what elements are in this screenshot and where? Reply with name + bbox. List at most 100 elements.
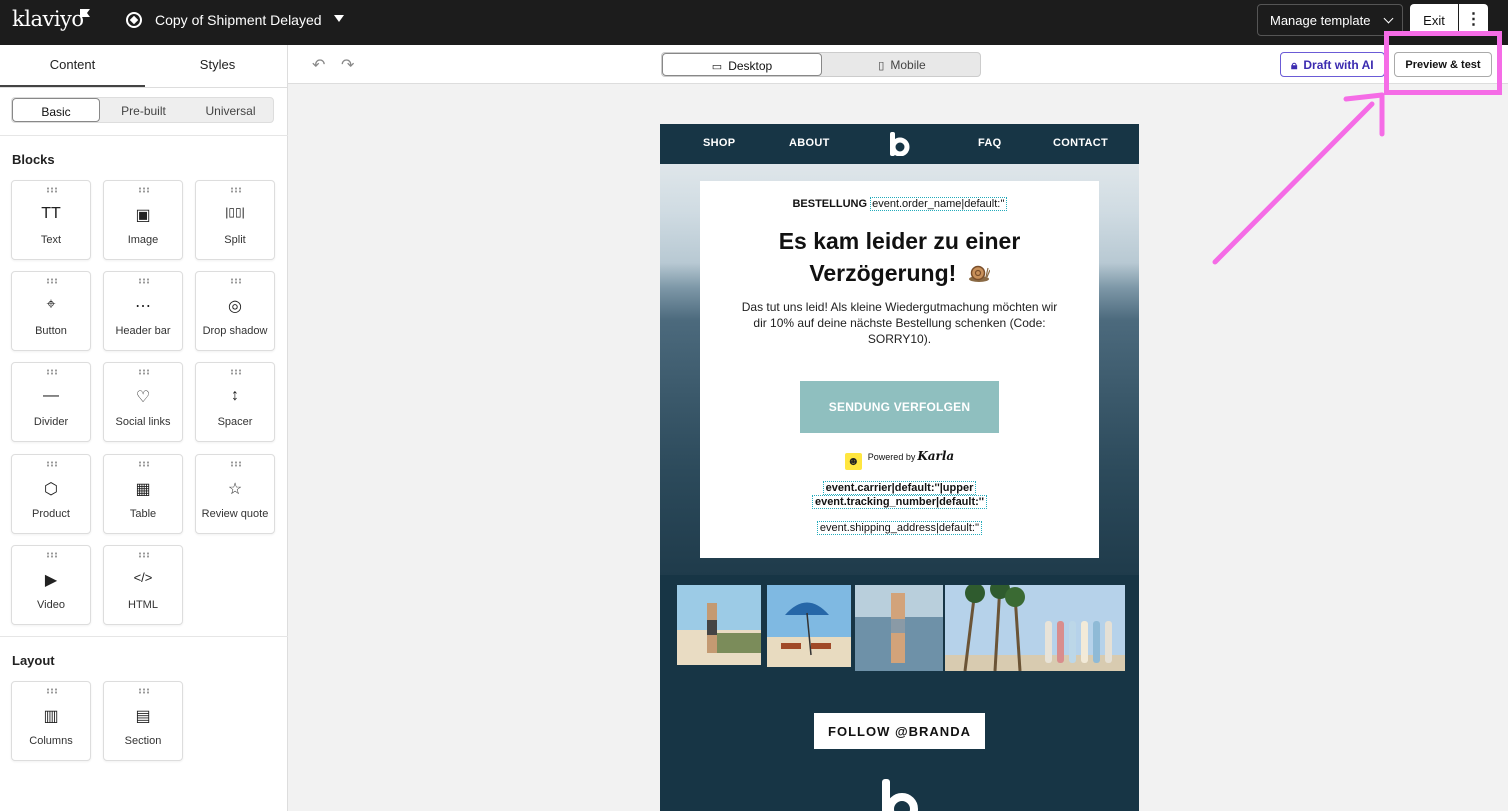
palms-surfboards-photo[interactable] xyxy=(945,585,1125,671)
view-mobile-button[interactable]: ▯ Mobile xyxy=(822,53,982,76)
drag-handle-icon[interactable] xyxy=(46,278,58,284)
email-canvas[interactable]: SHOP ABOUT FAQ CONTACT BESTELLUNG event.… xyxy=(660,124,1139,811)
drag-handle-icon[interactable] xyxy=(230,187,242,193)
block-drop-shadow[interactable]: ◎ Drop shadow xyxy=(195,271,275,351)
block-text[interactable]: TT Text xyxy=(11,180,91,260)
content-card[interactable]: BESTELLUNG event.order_name|default:'' E… xyxy=(700,181,1099,558)
block-label: Text xyxy=(40,234,62,246)
block-image[interactable]: ▣ Image xyxy=(103,180,183,260)
shipping-address-token: event.shipping_address|default:'' xyxy=(816,521,983,535)
karla-logo: Karla xyxy=(917,449,955,463)
powered-by-karla[interactable]: ☻ Powered by Karla xyxy=(700,449,1099,470)
beach-umbrella-photo[interactable] xyxy=(767,585,851,667)
left-panel: Content Styles Basic Pre-built Universal… xyxy=(0,45,288,811)
block-label: Image xyxy=(127,234,159,246)
nav-shop[interactable]: SHOP xyxy=(703,137,735,149)
button-cursor-icon: ⌖ xyxy=(46,296,56,313)
track-shipment-button[interactable]: SENDUNG VERFOLGEN xyxy=(800,381,999,433)
draft-with-ai-label: Draft with AI xyxy=(1303,58,1374,72)
block-label: Section xyxy=(124,735,162,747)
logo-flag-icon xyxy=(80,9,90,17)
block-review-quote[interactable]: ☆ Review quote xyxy=(195,454,275,534)
drag-handle-icon[interactable] xyxy=(46,187,58,193)
block-header-bar[interactable]: ⋯ Header bar xyxy=(103,271,183,351)
block-social-links[interactable]: ♡ Social links xyxy=(103,362,183,442)
manage-template-label: Manage template xyxy=(1270,13,1371,28)
block-html[interactable]: </> HTML xyxy=(103,545,183,625)
active-tab-indicator xyxy=(0,85,145,87)
template-caret-icon[interactable] xyxy=(334,15,344,22)
drag-handle-icon[interactable] xyxy=(138,187,150,193)
order-line[interactable]: BESTELLUNG event.order_name|default:'' xyxy=(700,197,1099,211)
tracking-number-token: event.tracking_number|default:'' xyxy=(811,495,988,509)
carrier-token: event.carrier|default:''|upper xyxy=(822,481,977,495)
tab-content[interactable]: Content xyxy=(0,57,145,72)
block-section[interactable]: ▤ Section xyxy=(103,681,183,761)
text-icon: TT xyxy=(41,205,61,222)
nav-about[interactable]: ABOUT xyxy=(789,137,830,149)
email-body-text[interactable]: Das tut uns leid! Als kleine Wiedergutma… xyxy=(735,299,1064,347)
drag-handle-icon[interactable] xyxy=(138,278,150,284)
drag-handle-icon[interactable] xyxy=(46,552,58,558)
template-compass-icon xyxy=(126,12,142,28)
email-headline[interactable]: Es kam leider zu einer Verzögerung! xyxy=(720,225,1079,289)
headline-line-2: Verzögerung! xyxy=(809,260,957,286)
block-divider[interactable]: — Divider xyxy=(11,362,91,442)
carrier-token-line[interactable]: event.carrier|default:''|upper xyxy=(700,481,1099,495)
follow-instagram-button[interactable]: FOLLOW @BRANDA xyxy=(814,713,985,749)
block-label: Header bar xyxy=(115,325,171,337)
manage-template-button[interactable]: Manage template xyxy=(1257,4,1403,36)
instagram-photo-row[interactable] xyxy=(660,575,1139,685)
block-label: Video xyxy=(37,599,65,611)
drop-shadow-icon: ◎ xyxy=(228,298,242,315)
view-desktop-button[interactable]: ▭ Desktop xyxy=(662,53,822,76)
block-table[interactable]: ▦ Table xyxy=(103,454,183,534)
template-name[interactable]: Copy of Shipment Delayed xyxy=(155,12,322,28)
email-header-nav[interactable]: SHOP ABOUT FAQ CONTACT xyxy=(660,124,1139,164)
drag-handle-icon[interactable] xyxy=(46,688,58,694)
block-columns[interactable]: ▥ Columns xyxy=(11,681,91,761)
block-type-segmented-control: Basic Pre-built Universal xyxy=(11,97,274,123)
nav-faq[interactable]: FAQ xyxy=(978,137,1002,149)
hero-ocean-background[interactable]: BESTELLUNG event.order_name|default:'' E… xyxy=(660,164,1139,575)
tab-styles[interactable]: Styles xyxy=(145,57,290,72)
draft-with-ai-button[interactable]: 🔒︎ Draft with AI xyxy=(1280,52,1385,77)
drag-handle-icon[interactable] xyxy=(138,552,150,558)
block-label: Spacer xyxy=(217,416,253,428)
drag-handle-icon[interactable] xyxy=(230,278,242,284)
drag-handle-icon[interactable] xyxy=(46,369,58,375)
segment-basic[interactable]: Basic xyxy=(12,98,100,122)
ocean-swimsuit-photo[interactable] xyxy=(855,585,943,671)
klaviyo-logo[interactable]: klaviyo xyxy=(12,7,84,31)
heart-icon: ♡ xyxy=(135,389,151,406)
view-toggle: ▭ Desktop ▯ Mobile xyxy=(661,52,981,77)
drag-handle-icon[interactable] xyxy=(230,369,242,375)
drag-handle-icon[interactable] xyxy=(46,461,58,467)
smiley-icon: ☻ xyxy=(844,453,862,470)
beach-photo-swimsuit[interactable] xyxy=(677,585,761,665)
headline-line-1: Es kam leider zu einer xyxy=(778,228,1021,254)
block-product[interactable]: ⬡ Product xyxy=(11,454,91,534)
product-box-icon: ⬡ xyxy=(44,481,58,498)
segment-pre-built[interactable]: Pre-built xyxy=(100,98,187,122)
block-button[interactable]: ⌖ Button xyxy=(11,271,91,351)
address-token-line[interactable]: event.shipping_address|default:'' xyxy=(700,521,1099,535)
block-label: Review quote xyxy=(201,508,269,520)
nav-contact[interactable]: CONTACT xyxy=(1053,137,1108,149)
drag-handle-icon[interactable] xyxy=(230,461,242,467)
block-spacer[interactable]: ↕ Spacer xyxy=(195,362,275,442)
columns-icon: ▥ xyxy=(43,708,59,725)
segment-universal[interactable]: Universal xyxy=(187,98,274,122)
redo-icon[interactable]: ↷ xyxy=(341,55,354,75)
undo-icon[interactable]: ↶ xyxy=(312,55,325,75)
drag-handle-icon[interactable] xyxy=(138,369,150,375)
drag-handle-icon[interactable] xyxy=(138,461,150,467)
drag-handle-icon[interactable] xyxy=(138,688,150,694)
split-icon: |▯▯| xyxy=(225,205,245,219)
tracking-token-line[interactable]: event.tracking_number|default:'' xyxy=(700,495,1099,509)
block-video[interactable]: ▶ Video xyxy=(11,545,91,625)
highlight-box-annotation xyxy=(1384,31,1502,95)
block-split[interactable]: |▯▯| Split xyxy=(195,180,275,260)
editor-toolbar: ↶ ↷ ▭ Desktop ▯ Mobile 🔒︎ Draft with AI Pre… xyxy=(288,45,1508,84)
desktop-icon: ▭ xyxy=(711,61,723,73)
